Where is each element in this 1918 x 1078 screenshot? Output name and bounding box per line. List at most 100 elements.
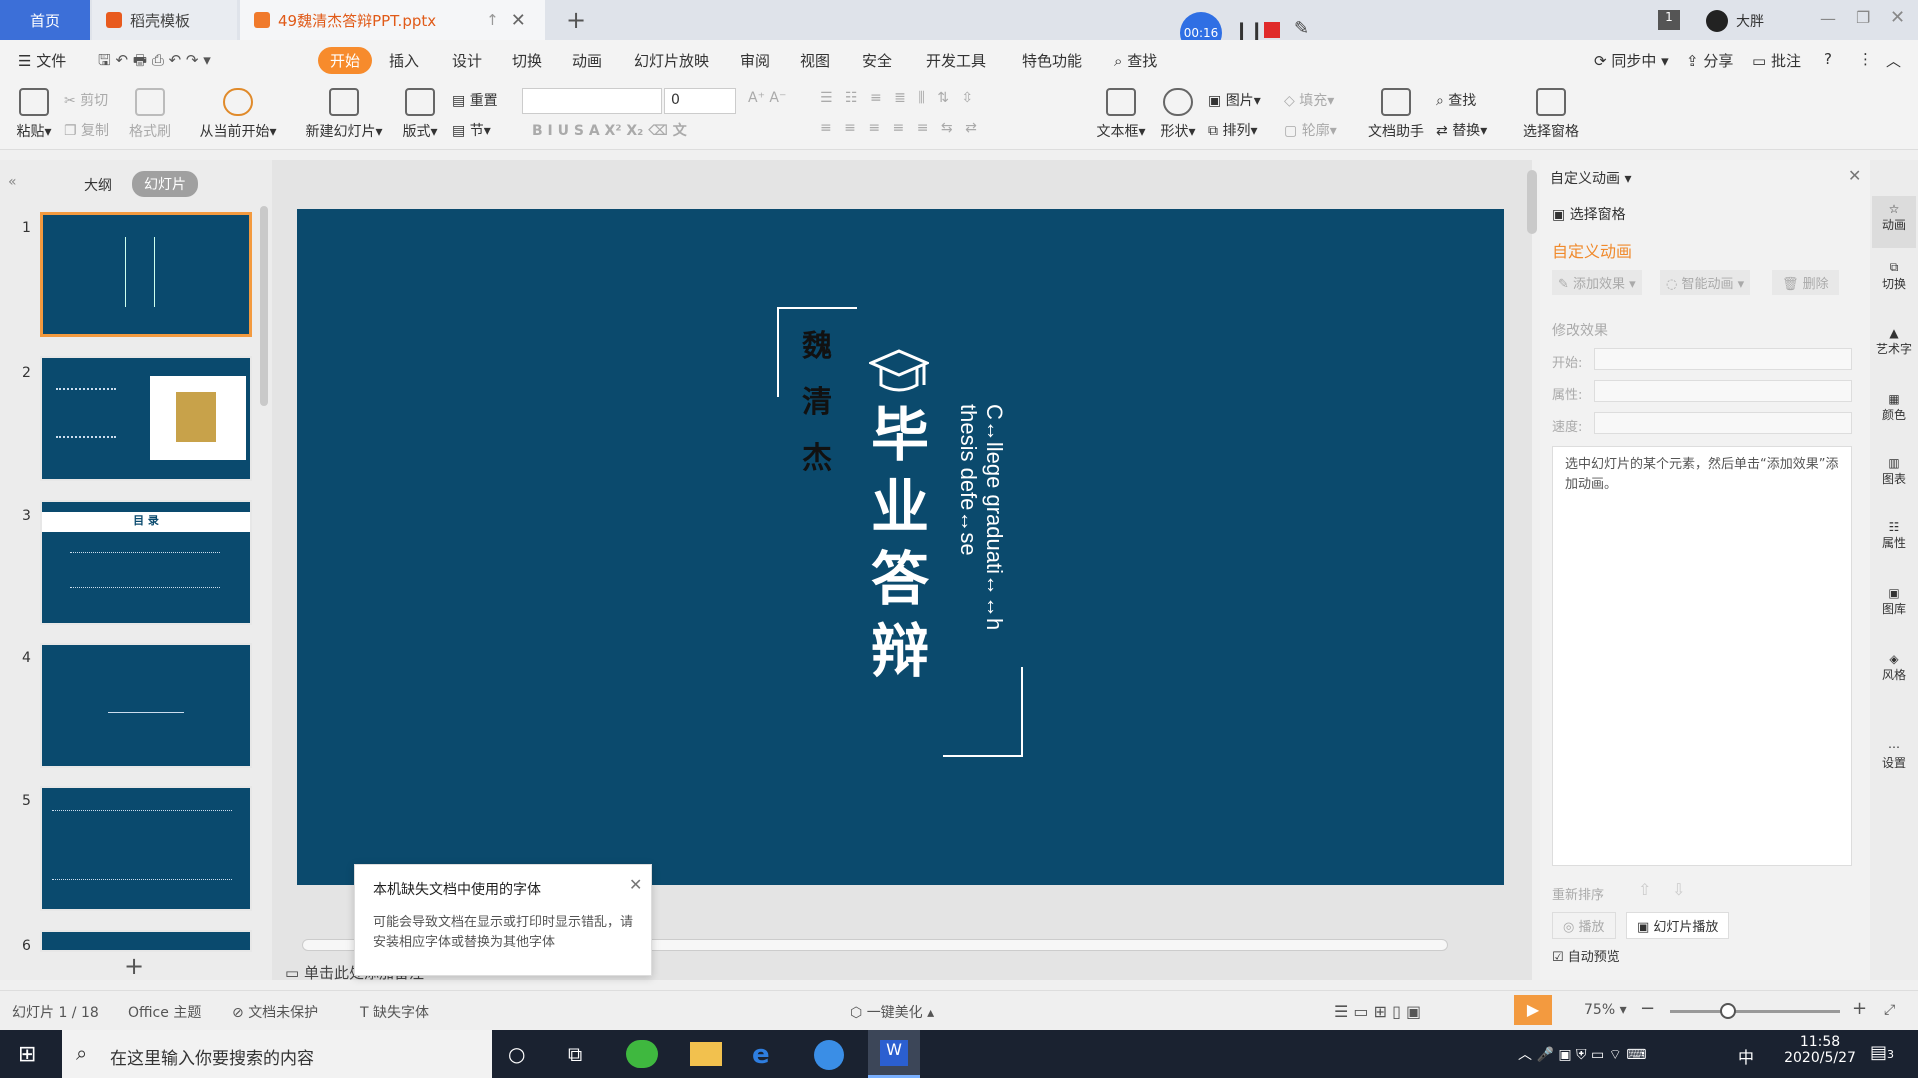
slide-thumbnail-1[interactable] [40,212,252,337]
font-size-select[interactable]: 0 [664,88,736,114]
property-select[interactable] [1594,380,1852,402]
slide-thumbnail-2[interactable] [40,356,252,481]
smart-animation-button[interactable]: ◌ 智能动画 ▾ [1660,270,1751,295]
sidebar-item-style[interactable]: ◈ 风格 [1872,652,1916,683]
menu-insert[interactable]: 插入 [389,50,419,71]
task-view-icon[interactable]: ⧉ [568,1042,582,1066]
sidebar-item-animation[interactable]: ☆ 动画 [1872,196,1916,248]
close-icon[interactable]: ✕ [1848,166,1861,185]
stop-record-icon[interactable] [1264,22,1280,38]
taskbar-search[interactable]: ⌕ 在这里输入你要搜索的内容 [62,1030,492,1078]
slide-thumbnail-3[interactable]: 目 录 [40,500,252,625]
avatar[interactable] [1706,10,1728,32]
zoom-select[interactable]: 75% ▾ [1584,1002,1627,1018]
sidebar-item-transition[interactable]: ⧉ 切换 [1872,260,1916,292]
pause-icon[interactable]: ❙❙ [1234,20,1264,41]
paste-button[interactable]: 粘贴▾ [12,88,56,141]
menu-view[interactable]: 视图 [800,50,830,71]
layout-button[interactable]: 版式▾ [400,88,440,141]
copy-button[interactable]: ❐ 复制 [64,120,109,140]
font-name-select[interactable] [522,88,662,114]
autopreview-checkbox[interactable]: ☑ 自动预览 [1552,946,1620,965]
minimize-icon[interactable]: — [1820,9,1836,28]
user-name[interactable]: 大胖 [1736,11,1764,31]
tab-slides[interactable]: 幻灯片 [132,171,198,197]
sidebar-item-settings[interactable]: ⋯ 设置 [1872,740,1916,771]
slide-thumbnail-6[interactable] [40,930,252,952]
missing-font-status[interactable]: T 缺失字体 [360,1002,429,1022]
move-up-icon[interactable]: ⇧ [1638,880,1651,899]
menu-animation[interactable]: 动画 [572,50,602,71]
share-button[interactable]: ⇪ 分享 [1686,50,1733,71]
slideshow-play-icon[interactable]: ▶ [1514,995,1552,1025]
font-grow-shrink-icons[interactable]: A⁺ A⁻ [748,90,786,106]
tab-docer-templates[interactable]: 稻壳模板 [92,0,237,40]
play-from-current-button[interactable]: 从当前开始▾ [196,88,280,141]
ime-indicator[interactable]: 中 [1738,1044,1754,1068]
new-tab-button[interactable]: + [566,6,586,34]
beautify-button[interactable]: ⬡ 一键美化 ▴ [850,1002,934,1022]
slide-thumbnail-4[interactable] [40,643,252,768]
restore-icon[interactable]: ❐ [1856,8,1870,27]
menu-start[interactable]: 开始 [318,47,373,74]
file-menu[interactable]: ☰ 文件 [18,50,66,71]
sidebar-item-chart[interactable]: ▥ 图表 [1872,456,1916,487]
play-animation-button[interactable]: ◎ 播放 [1552,912,1616,939]
help-icon[interactable]: ? [1824,50,1832,68]
sidebar-item-wordart[interactable]: ▲ 艺术字 [1872,326,1916,357]
more-icon[interactable]: ⋮ [1858,50,1873,68]
close-window-icon[interactable]: ✕ [1890,7,1905,28]
sidebar-item-color[interactable]: ▦ 颜色 [1872,392,1916,423]
move-down-icon[interactable]: ⇩ [1672,880,1685,899]
menu-design[interactable]: 设计 [452,50,482,71]
zoom-slider-thumb[interactable] [1720,1003,1736,1019]
shape-button[interactable]: 形状▾ [1156,88,1200,141]
clock[interactable]: 11:58 2020/5/27 [1784,1034,1856,1066]
fill-button[interactable]: ◇ 填充▾ [1284,90,1334,110]
doc-assistant-button[interactable]: 文档助手 [1364,88,1428,141]
tab-outline[interactable]: 大纲 [84,175,112,195]
format-painter-button[interactable]: 格式刷 [128,88,172,141]
windows-start-icon[interactable]: ⊞ [18,1042,36,1067]
fit-window-icon[interactable]: ⤢ [1884,1002,1895,1018]
quick-access-toolbar[interactable]: 🖫 ↶ 🖶 ⎙ ↶ ↷ ▾ [98,50,211,75]
zoom-slider-track[interactable] [1670,1010,1840,1013]
picture-button[interactable]: ▣ 图片▾ [1208,90,1261,110]
protect-status[interactable]: ⊘ 文档未保护 [232,1002,318,1022]
tab-document[interactable]: 49魏清杰答辩PPT.pptx ↑ ✕ [240,0,545,40]
close-tab-icon[interactable]: ✕ [511,10,526,31]
comment-button[interactable]: ▭ 批注 [1752,50,1801,71]
pen-icon[interactable]: ✎ [1294,18,1309,39]
speed-select[interactable] [1594,412,1852,434]
theme-name[interactable]: Office 主题 [128,1002,201,1022]
selection-pane-link[interactable]: ▣ 选择窗格 [1552,204,1626,224]
view-mode-icons[interactable]: ☰ ▭ ⊞ ▯ ▣ [1334,1002,1421,1021]
cortana-icon[interactable]: ○ [508,1042,525,1066]
ie-icon[interactable] [814,1040,844,1070]
slide-canvas[interactable]: 魏 清 杰 毕 业 答 辩 C↔llege graduati↔↔h thesis… [297,209,1504,885]
sync-button[interactable]: ⟳ 同步中 ▾ [1594,50,1669,71]
thumbnail-scrollbar[interactable] [260,206,268,406]
reset-button[interactable]: ▤ 重置 [452,90,498,110]
cut-button[interactable]: ✂ 剪切 [64,90,108,110]
notification-center[interactable]: ▤3 [1870,1042,1894,1063]
tray-icons[interactable]: ︿ 🎤 ▣ ⛨ ▭ ⌔ ⌨ [1518,1044,1646,1064]
wechat-icon[interactable] [626,1040,658,1068]
close-icon[interactable]: ✕ [629,875,642,894]
sidebar-item-property[interactable]: ☷ 属性 [1872,520,1916,551]
file-explorer-icon[interactable] [690,1042,722,1066]
section-button[interactable]: ▤ 节▾ [452,120,491,140]
wps-taskbar-item[interactable]: W [868,1030,920,1078]
collapse-panel-icon[interactable]: « [8,174,17,190]
textbox-button[interactable]: 文本框▾ [1092,88,1150,141]
pin-icon[interactable]: ↑ [486,11,499,29]
slide-thumbnail-5[interactable] [40,786,252,911]
animation-list[interactable]: 选中幻灯片的某个元素，然后单击“添加效果”添加动画。 [1552,446,1852,866]
paragraph-list-icons[interactable]: ☰ ☷ ≡ ≣ ⫼ ⇅ ⇳ [820,90,977,106]
zoom-out-icon[interactable]: − [1640,998,1655,1019]
delete-button[interactable]: 🗑 删除 [1772,270,1839,295]
tab-home[interactable]: 首页 [0,0,90,40]
replace-button[interactable]: ⇄ 替换▾ [1436,120,1487,140]
edge-icon[interactable]: e [752,1040,782,1070]
window-count-badge[interactable]: 1 [1658,10,1680,30]
